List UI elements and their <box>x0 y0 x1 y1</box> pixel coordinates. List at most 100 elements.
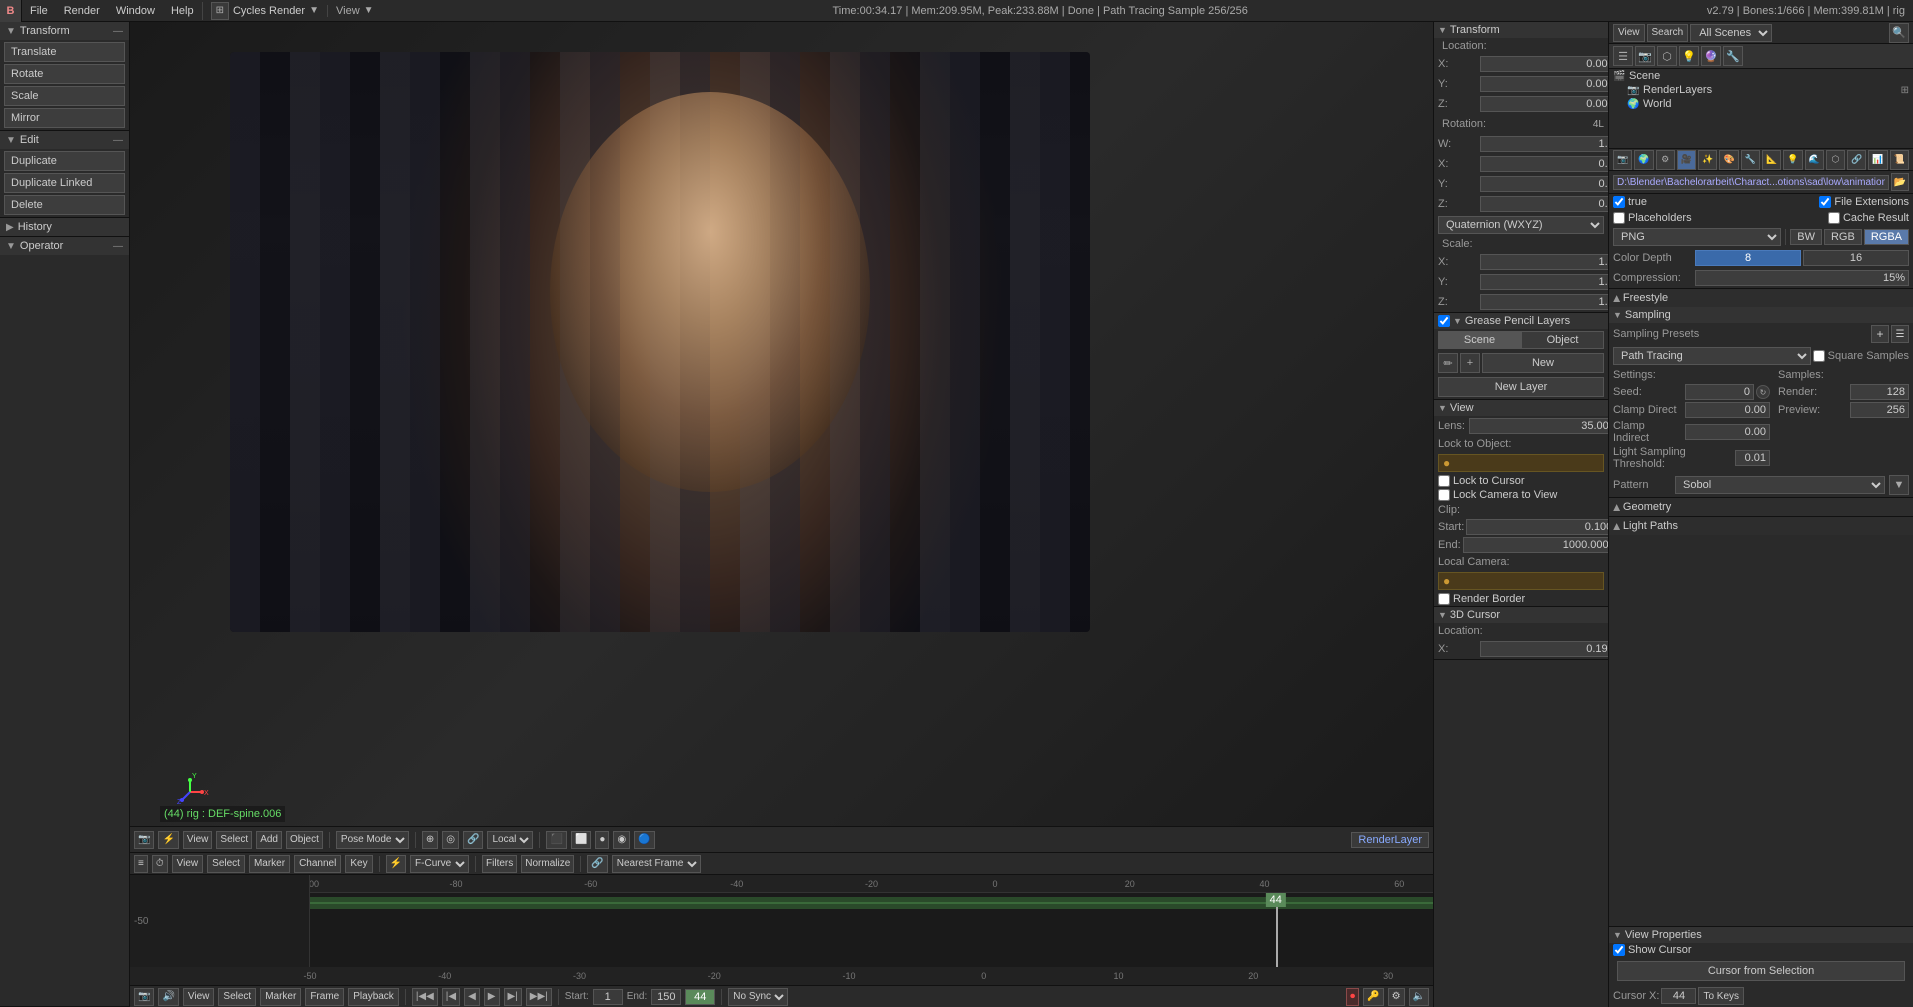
rotation-mode-select[interactable]: Quaternion (WXYZ) <box>1438 216 1604 234</box>
select-menu-btn[interactable]: Select <box>216 831 252 849</box>
cache-result-checkbox[interactable] <box>1828 212 1840 224</box>
translate-button[interactable]: Translate <box>4 42 125 62</box>
solid-icon[interactable]: ● <box>595 831 609 849</box>
light-icon[interactable]: 💡 <box>1679 46 1699 66</box>
overwrite-checkbox[interactable] <box>1613 196 1625 208</box>
scale-z-input[interactable] <box>1480 294 1608 310</box>
tl-cam-icon[interactable]: 📷 <box>134 988 154 1006</box>
tl-filter-btn[interactable]: Filters <box>482 855 517 873</box>
format-select[interactable]: PNG <box>1613 228 1781 246</box>
sync-select[interactable]: No Sync <box>728 988 788 1006</box>
add-menu-btn[interactable]: Add <box>256 831 282 849</box>
seed-random-icon[interactable]: ↻ <box>1756 385 1770 399</box>
keyframe-icon[interactable]: 🔑 <box>1363 988 1383 1006</box>
view-header[interactable]: ▼ View <box>1434 400 1608 416</box>
tl-channel-btn[interactable]: Channel <box>294 855 341 873</box>
sampling-header[interactable]: ▼ Sampling <box>1609 307 1913 323</box>
tl-marker-btn[interactable]: Marker <box>249 855 290 873</box>
menu-render[interactable]: Render <box>56 0 108 22</box>
color-depth-16[interactable]: 16 <box>1803 250 1909 266</box>
scale-button[interactable]: Scale <box>4 86 125 106</box>
menu-help[interactable]: Help <box>163 0 202 22</box>
path-browse-btn[interactable]: 📂 <box>1891 173 1909 191</box>
lens-input[interactable] <box>1469 418 1608 434</box>
file-extensions-checkbox[interactable] <box>1819 196 1831 208</box>
compression-input[interactable] <box>1695 270 1909 286</box>
bt-icon4[interactable]: 🎥 <box>1677 150 1696 170</box>
rotate-button[interactable]: Rotate <box>4 64 125 84</box>
bt-icon10[interactable]: 🌊 <box>1805 150 1824 170</box>
bt-icon6[interactable]: 🎨 <box>1719 150 1738 170</box>
tl-nearest-frame[interactable]: Nearest Frame <box>612 855 701 873</box>
viewport-render-icon[interactable]: ⚡ <box>158 831 178 849</box>
tl-snap-icon[interactable]: 🔗 <box>587 855 607 873</box>
cursor-from-selection-btn[interactable]: Cursor from Selection <box>1617 961 1905 981</box>
location-y-input[interactable] <box>1480 76 1608 92</box>
cursor-x-input[interactable] <box>1480 641 1608 657</box>
clip-end-input[interactable] <box>1463 537 1608 553</box>
renderlayer-btn[interactable]: RenderLayer <box>1351 832 1429 848</box>
history-header[interactable]: ▶ History <box>0 218 129 236</box>
gp-edit-icon[interactable]: ✏ <box>1438 353 1458 373</box>
bt-icon9[interactable]: 💡 <box>1783 150 1802 170</box>
rotation-z-input[interactable] <box>1480 196 1608 212</box>
lock-to-cursor-checkbox[interactable] <box>1438 475 1450 487</box>
gp-tab-scene[interactable]: Scene <box>1438 331 1521 349</box>
square-samples-label[interactable]: Square Samples <box>1813 350 1909 362</box>
light-paths-header[interactable]: ▶ Light Paths <box>1609 516 1913 535</box>
search-btn[interactable]: Search <box>1647 24 1689 42</box>
pivot-icon[interactable]: ◎ <box>442 831 459 849</box>
bt-icon11[interactable]: ⬡ <box>1826 150 1845 170</box>
bw-btn[interactable]: BW <box>1790 229 1822 245</box>
location-x-input[interactable] <box>1480 56 1608 72</box>
clamp-direct-input[interactable] <box>1685 402 1770 418</box>
clamp-indirect-input[interactable] <box>1685 424 1770 440</box>
operator-header[interactable]: ▼ Operator — <box>0 237 129 255</box>
play-pause-icon[interactable]: ▶ <box>484 988 500 1006</box>
outliner-item-renderlayers[interactable]: 📷 RenderLayers ⊞ <box>1609 83 1913 97</box>
default-workspace[interactable]: Cycles Render <box>233 5 305 17</box>
duplicate-button[interactable]: Duplicate <box>4 151 125 171</box>
show-cursor-checkbox[interactable] <box>1613 944 1625 956</box>
search-icon[interactable]: 🔍 <box>1889 23 1909 43</box>
tl-pb-playback[interactable]: Playback <box>348 988 399 1006</box>
tl-view-btn[interactable]: View <box>172 855 204 873</box>
cursor-header[interactable]: ▼ 3D Cursor <box>1434 607 1608 623</box>
gp-new-layer-btn[interactable]: New Layer <box>1438 377 1604 397</box>
snap-icon[interactable]: 🔗 <box>463 831 483 849</box>
overwrite-label[interactable]: true <box>1613 196 1647 208</box>
scale-y-input[interactable] <box>1480 274 1608 290</box>
tl-pb-select[interactable]: Select <box>218 988 256 1006</box>
menu-window[interactable]: Window <box>108 0 163 22</box>
wireframe-icon[interactable]: ⬜ <box>571 831 591 849</box>
delete-button[interactable]: Delete <box>4 195 125 215</box>
tl-select-btn[interactable]: Select <box>207 855 245 873</box>
cache-result-label[interactable]: Cache Result <box>1828 212 1909 224</box>
mirror-button[interactable]: Mirror <box>4 108 125 128</box>
render-icon[interactable]: 🔵 <box>634 831 654 849</box>
material-icon2[interactable]: 🔮 <box>1701 46 1721 66</box>
global-local-icon[interactable]: ⊕ <box>422 831 438 849</box>
scene-selector[interactable]: All Scenes <box>1690 24 1772 42</box>
light-sampling-input[interactable] <box>1735 450 1770 466</box>
start-frame-input[interactable] <box>593 989 623 1005</box>
bt-icon12[interactable]: 🔗 <box>1847 150 1866 170</box>
grease-pencil-header[interactable]: ▼ Grease Pencil Layers <box>1434 313 1608 329</box>
prev-frame-icon[interactable]: ◀ <box>464 988 480 1006</box>
tl-speaker-icon[interactable]: 🔊 <box>158 988 178 1006</box>
material-icon[interactable]: ◉ <box>613 831 630 849</box>
outliner-item-world[interactable]: 🌍 World <box>1609 97 1913 111</box>
rgb-btn[interactable]: RGB <box>1824 229 1862 245</box>
all-icon[interactable]: ☰ <box>1613 46 1633 66</box>
view-3d-icon[interactable]: ⬛ <box>546 831 566 849</box>
rotation-x-input[interactable] <box>1480 156 1608 172</box>
rgba-btn[interactable]: RGBA <box>1864 229 1909 245</box>
freestyle-header[interactable]: ▶ Freestyle <box>1609 288 1913 307</box>
rotation-y-input[interactable] <box>1480 176 1608 192</box>
render-samples-input[interactable] <box>1850 384 1909 400</box>
bt-icon8[interactable]: 📐 <box>1762 150 1781 170</box>
color-depth-8[interactable]: 8 <box>1695 250 1801 266</box>
gp-tab-object[interactable]: Object <box>1521 331 1604 349</box>
clip-start-input[interactable] <box>1466 519 1608 535</box>
menu-file[interactable]: File <box>22 0 56 22</box>
